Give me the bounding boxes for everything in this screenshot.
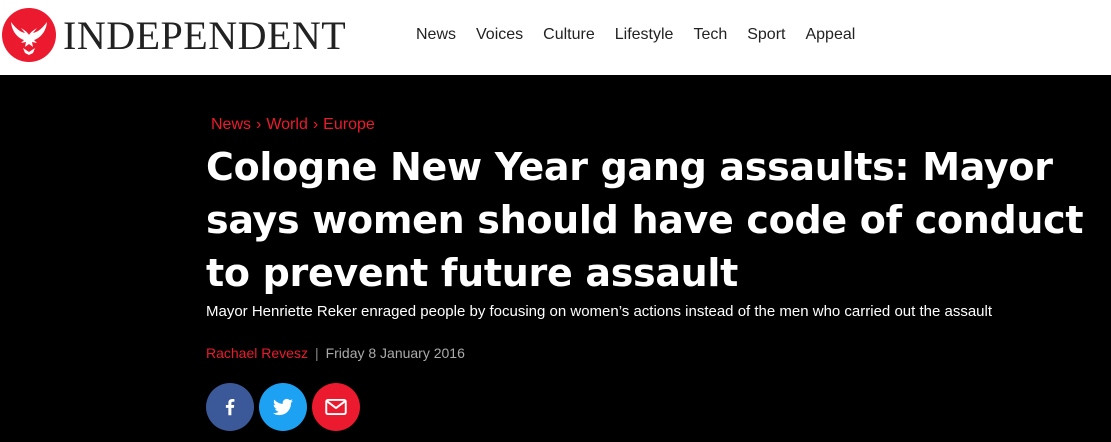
site-logo-wordmark[interactable]: INDEPENDENT [63,14,346,58]
eagle-icon[interactable] [2,8,56,62]
byline-divider: | [314,345,319,361]
nav-item-culture[interactable]: Culture [543,25,595,45]
nav-item-sport[interactable]: Sport [747,25,785,45]
email-icon [325,398,347,416]
breadcrumb: News › World › Europe [211,115,375,135]
byline: Rachael Revesz | Friday 8 January 2016 [206,344,465,362]
nav-item-appeal[interactable]: Appeal [805,25,855,45]
publish-date: Friday 8 January 2016 [325,345,465,361]
facebook-icon [225,399,235,416]
share-twitter-button[interactable] [259,383,307,431]
share-buttons [206,383,360,431]
author-link[interactable]: Rachael Revesz [206,345,308,361]
breadcrumb-europe[interactable]: Europe [323,116,375,133]
article-hero: News › World › Europe Cologne New Year gang … [0,75,1111,442]
share-facebook-button[interactable] [206,383,254,431]
site-header: INDEPENDENT News Voices Culture Lifestyl… [0,0,1111,75]
share-email-button[interactable] [312,383,360,431]
nav-item-tech[interactable]: Tech [693,25,727,45]
article-standfirst: Mayor Henriette Reker enraged people by … [206,303,993,320]
nav-item-voices[interactable]: Voices [476,25,523,45]
breadcrumb-news[interactable]: News [211,116,251,133]
nav-item-lifestyle[interactable]: Lifestyle [615,25,674,45]
breadcrumb-separator: › [312,116,319,133]
twitter-icon [273,398,293,416]
breadcrumb-separator: › [256,116,262,133]
article-headline: Cologne New Year gang assaults: Mayor sa… [206,145,1084,295]
nav-item-news[interactable]: News [416,25,456,45]
breadcrumb-world[interactable]: World [266,116,308,133]
main-nav: News Voices Culture Lifestyle Tech Sport… [416,25,855,45]
